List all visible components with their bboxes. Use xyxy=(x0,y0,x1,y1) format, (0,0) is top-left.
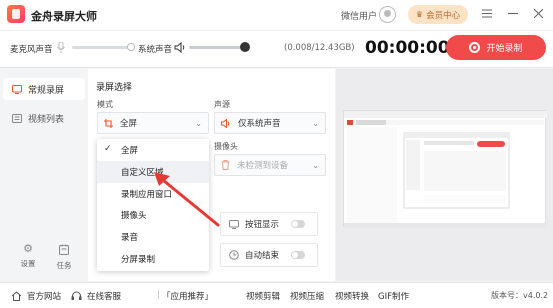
section-title: 录屏选择 xyxy=(96,83,133,93)
trash-icon xyxy=(221,160,230,170)
system-volume-knob[interactable] xyxy=(240,42,250,52)
system-volume-label: 系统声音 xyxy=(138,45,173,55)
auto-end-label: 自动结束 xyxy=(245,251,280,261)
auto-end-option[interactable]: 自动结束 xyxy=(220,243,318,267)
button-display-toggle[interactable] xyxy=(291,220,305,228)
footer-link-video-compress[interactable]: 视频压缩 xyxy=(290,290,324,302)
footer-link-gif[interactable]: GIF制作 xyxy=(378,290,409,302)
version-text: 版本号：v4.0.2 xyxy=(491,291,549,300)
app-recommend-label: 「应用推荐」 xyxy=(162,292,214,302)
menu-icon[interactable] xyxy=(480,6,494,20)
footer-divider: | xyxy=(157,290,160,300)
sidebar-item-label: 视频列表 xyxy=(28,114,65,125)
mic-volume-label: 麦克风声音 xyxy=(10,45,53,55)
audio-source-value: 仅系统声音 xyxy=(238,119,281,129)
minimize-icon[interactable] xyxy=(506,6,520,20)
avatar[interactable] xyxy=(379,6,396,23)
online-service-link[interactable]: 在线客服 xyxy=(87,290,121,302)
user-name[interactable]: 微信用户 xyxy=(341,9,377,22)
footer-link-video-edit[interactable]: 视频剪辑 xyxy=(246,290,280,302)
camera-select[interactable]: 未检测到设备 ⌄ xyxy=(214,154,326,176)
app-title: 金舟录屏大师 xyxy=(31,10,97,23)
record-icon xyxy=(469,42,481,53)
mic-volume-knob[interactable] xyxy=(127,43,135,51)
sidebar-item-video-list[interactable]: 视频列表 xyxy=(3,107,85,129)
crown-icon: ♛ xyxy=(415,10,424,19)
sidebar-item-label: 常规录屏 xyxy=(28,85,65,96)
mode-option-fullscreen[interactable]: 全屏 xyxy=(97,139,209,161)
mode-option-split-screen[interactable]: 分屏录制 xyxy=(97,248,209,270)
camera-label: 摄像头 xyxy=(214,142,238,151)
clock-icon xyxy=(229,250,239,260)
mic-volume-slider[interactable] xyxy=(72,46,130,49)
start-recording-button[interactable]: 开始录制 xyxy=(446,35,546,60)
member-center-label: 会员中心 xyxy=(426,10,461,21)
record-timer: 00:00:00 xyxy=(365,38,450,58)
mode-select[interactable]: 全屏 ⌄ xyxy=(97,112,209,134)
settings-label: 设置 xyxy=(20,259,36,268)
mode-value: 全屏 xyxy=(120,119,138,129)
camera-value: 未检测到设备 xyxy=(237,161,289,171)
storage-usage: (0.008/12.43GB) xyxy=(284,43,355,53)
tasks-label: 任务 xyxy=(56,260,72,270)
app-logo xyxy=(7,5,25,23)
settings-button[interactable]: ⚙ 设置 xyxy=(13,243,43,269)
task-icon xyxy=(59,243,69,255)
auto-end-toggle[interactable] xyxy=(291,251,305,259)
tasks-button[interactable]: 任务 xyxy=(49,243,79,271)
start-recording-label: 开始录制 xyxy=(486,44,523,54)
mode-label: 模式 xyxy=(97,100,113,109)
headset-icon xyxy=(71,290,82,301)
speaker-icon[interactable] xyxy=(174,41,186,53)
display-icon xyxy=(229,219,239,229)
list-icon xyxy=(12,113,22,123)
sidebar-item-normal-record[interactable]: 常规录屏 xyxy=(3,78,85,100)
annotation-arrow xyxy=(154,172,220,227)
home-icon xyxy=(11,290,22,301)
audio-source-label: 声源 xyxy=(214,100,230,109)
footer-link-video-convert[interactable]: 视频转换 xyxy=(335,290,369,302)
microphone-icon[interactable] xyxy=(56,41,66,53)
gear-icon: ⚙ xyxy=(23,242,33,255)
close-icon[interactable] xyxy=(531,6,545,20)
official-site-link[interactable]: 官方网站 xyxy=(27,290,61,302)
chevron-down-icon: ⌄ xyxy=(195,119,202,128)
member-center-button[interactable]: ♛ 会员中心 xyxy=(408,5,468,24)
screen-record-icon xyxy=(12,84,22,94)
speaker-icon xyxy=(221,118,231,128)
button-display-option[interactable]: 按钮显示 xyxy=(220,212,318,236)
audio-source-select[interactable]: 仅系统声音 ⌄ xyxy=(214,112,326,134)
chevron-down-icon: ⌄ xyxy=(312,161,319,170)
mode-option-audio[interactable]: 录音 xyxy=(97,226,209,248)
chevron-down-icon: ⌄ xyxy=(312,119,319,128)
preview-thumbnail xyxy=(343,110,547,228)
system-volume-slider[interactable] xyxy=(189,46,243,49)
button-display-label: 按钮显示 xyxy=(245,220,280,230)
crop-icon xyxy=(104,118,113,128)
